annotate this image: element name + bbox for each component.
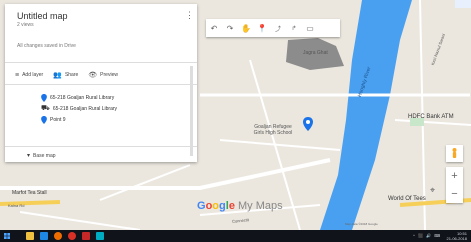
shop-label: Marfot Tea Stall — [12, 190, 47, 196]
pin-icon — [41, 115, 47, 124]
ruler-icon[interactable]: ▭ — [302, 19, 318, 37]
layer-item-route[interactable]: ⛟ 65-218 Goaljan Rural Library — [41, 103, 117, 114]
pin-icon — [41, 93, 47, 102]
clock[interactable]: 10:51 21-06-2018 — [447, 231, 467, 241]
layer-list: 65-218 Goaljan Rural Library ⛟ 65-218 Go… — [41, 92, 117, 125]
share-button[interactable]: 👥 Share — [53, 71, 78, 79]
map-toolbar: ↶ ↷ ✋ 📍 ⤴ ↱ ▭ — [206, 19, 340, 37]
save-status: All changes saved in Drive — [17, 43, 76, 49]
map-side-panel: Untitled map 2 views All changes saved i… — [5, 4, 197, 162]
more-options-icon[interactable]: ⋮ — [185, 10, 194, 21]
bank-label: HDFC Bank ATM — [408, 114, 454, 120]
map-pin-icon[interactable] — [303, 117, 313, 131]
street-view-pegman-icon[interactable] — [446, 145, 463, 162]
add-layer-label: Add layer — [22, 72, 44, 78]
add-layer-button[interactable]: ≡ Add layer — [15, 72, 43, 79]
add-marker-icon[interactable]: 📍 — [254, 19, 270, 37]
layer-item-point[interactable]: Point 9 — [41, 114, 117, 125]
windows-start-icon[interactable] — [4, 233, 10, 239]
eye-icon: 👁 — [88, 72, 98, 79]
panel-scrollbar[interactable] — [190, 66, 193, 156]
base-map-label: Base map — [33, 152, 56, 159]
system-tray[interactable]: ^ ⬛ 🔊 ⌨ — [413, 233, 441, 238]
logo-mymaps: My Maps — [238, 200, 283, 212]
road-label-small: Kalna Rd — [8, 203, 25, 208]
layers-icon: ≡ — [15, 71, 20, 79]
preview-label: Preview — [100, 72, 118, 78]
world-label: World Of Tees — [388, 196, 426, 202]
panel-divider-3 — [5, 146, 197, 147]
redo-icon[interactable]: ↷ — [222, 19, 238, 37]
panel-divider-2 — [5, 84, 197, 85]
google-my-maps-logo: Google My Maps — [197, 200, 283, 212]
firefox-icon[interactable] — [54, 232, 62, 240]
layer-item-label: 65-218 Goaljan Rural Library — [50, 94, 115, 101]
base-map-toggle[interactable]: ▾ Base map — [27, 152, 56, 160]
zoom-out-button[interactable]: − — [446, 185, 463, 203]
layer-item-label: 65-218 Goaljan Rural Library — [52, 105, 118, 112]
undo-icon[interactable]: ↶ — [206, 19, 222, 37]
app-icon[interactable] — [96, 232, 104, 240]
map-title[interactable]: Untitled map — [17, 11, 68, 21]
panel-divider — [5, 62, 197, 63]
panel-actions: ≡ Add layer 👥 Share 👁 Preview — [15, 71, 118, 80]
chevron-down-icon: ▾ — [27, 153, 31, 159]
photos-icon[interactable] — [82, 232, 90, 240]
store-icon[interactable] — [40, 232, 48, 240]
market-label: Jagra Ghat — [303, 50, 328, 56]
file-explorer-icon[interactable] — [26, 232, 34, 240]
my-location-icon[interactable]: ⌖ — [430, 185, 435, 196]
school-label: Goaljan Refugee Girls High School — [253, 124, 293, 136]
zoom-in-button[interactable]: + — [446, 167, 463, 185]
hand-icon[interactable]: ✋ — [238, 19, 254, 37]
layer-item-library[interactable]: 65-218 Goaljan Rural Library — [41, 92, 117, 103]
map-views-count: 2 views — [17, 22, 34, 28]
share-icon: 👥 — [53, 72, 62, 79]
map-attribution: Map data ©2018 Google — [345, 222, 378, 226]
zoom-controls: + − — [446, 167, 463, 203]
clock-date: 21-06-2018 — [446, 236, 467, 241]
preview-button[interactable]: 👁 Preview — [88, 71, 118, 79]
directions-icon[interactable]: ↱ — [286, 19, 302, 37]
share-label: Share — [64, 72, 79, 78]
draw-line-icon[interactable]: ⤴ — [270, 19, 286, 37]
windows-taskbar: ^ ⬛ 🔊 ⌨ 10:51 21-06-2018 — [0, 230, 471, 242]
layer-item-label: Point 9 — [50, 116, 66, 123]
route-icon: ⛟ — [41, 105, 50, 112]
chrome-icon[interactable] — [68, 232, 76, 240]
